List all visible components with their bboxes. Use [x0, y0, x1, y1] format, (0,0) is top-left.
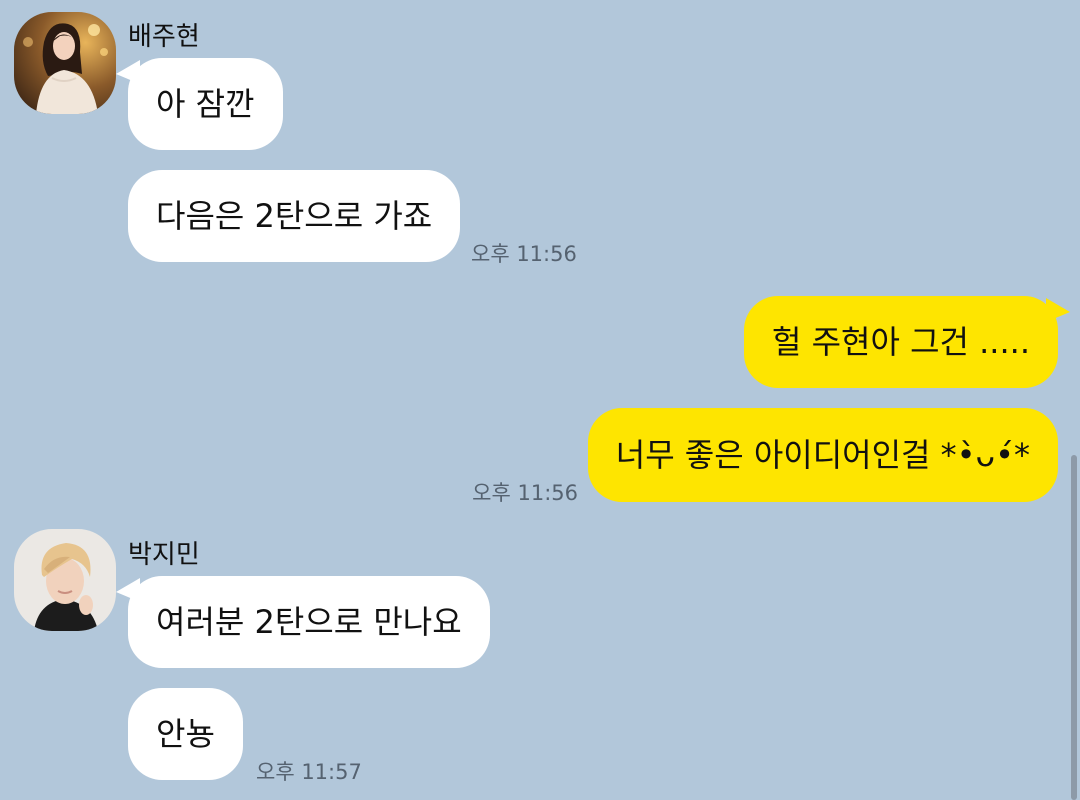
message-text: 다음은 2탄으로 가죠: [156, 197, 433, 235]
avatar-parkjimin[interactable]: [14, 529, 116, 631]
message-bubble[interactable]: 다음은 2탄으로 가죠: [128, 170, 461, 262]
sender-name: 박지민: [128, 540, 200, 570]
message-text: 너무 좋은 아이디어인걸 *•̀ᴗ•́*: [615, 436, 1030, 474]
message-bubble[interactable]: 아 잠깐: [116, 58, 283, 150]
profile-photo-icon: [14, 12, 116, 114]
message-text: 안뇽: [156, 715, 215, 753]
message-text: 아 잠깐: [156, 85, 255, 123]
bubble-tail: [116, 578, 140, 602]
profile-photo-icon: [14, 529, 116, 631]
message-timestamp: 오후 11:56: [472, 481, 578, 505]
avatar-baejuhyeon[interactable]: [14, 12, 116, 114]
message-timestamp: 오후 11:57: [256, 760, 362, 784]
bubble-tail: [1046, 298, 1070, 322]
message-bubble[interactable]: 안뇽: [128, 688, 243, 780]
message-text: 여러분 2탄으로 만나요: [156, 603, 462, 641]
sender-name: 배주현: [128, 22, 200, 52]
bubble-tail: [116, 60, 140, 84]
message-bubble[interactable]: 여러분 2탄으로 만나요: [116, 576, 490, 668]
scrollbar[interactable]: [1071, 455, 1077, 800]
message-timestamp: 오후 11:56: [471, 242, 577, 266]
message-text: 헐 주현아 그건 .....: [771, 323, 1030, 361]
message-bubble[interactable]: 너무 좋은 아이디어인걸 *•̀ᴗ•́*: [587, 408, 1058, 502]
message-bubble[interactable]: 헐 주현아 그건 .....: [743, 296, 1070, 388]
